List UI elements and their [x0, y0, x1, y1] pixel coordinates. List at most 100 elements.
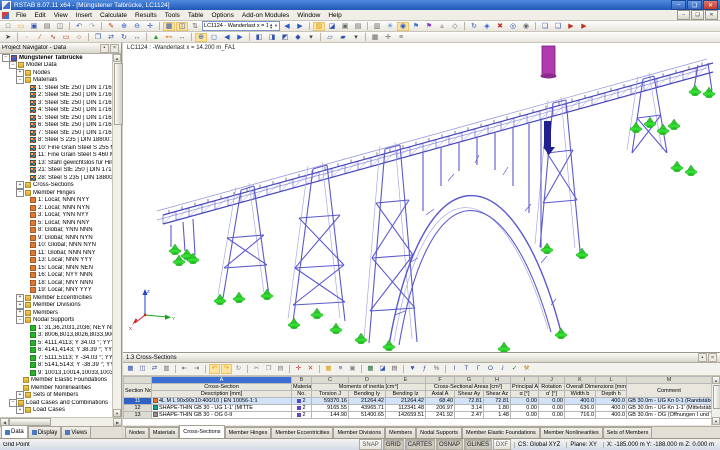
tree-item[interactable]: Member Elastic Foundations — [0, 377, 113, 385]
table-row[interactable]: 11 4L M L 90x90x10:400/10 | EN 10056-1:1 2… — [123, 397, 712, 405]
node-tool-icon[interactable]: ∙ — [21, 33, 33, 42]
redo-icon[interactable]: ↷ — [221, 364, 232, 374]
close-icon[interactable]: × — [708, 353, 717, 362]
dimension-icon[interactable]: ↔ — [176, 33, 188, 42]
table-split-icon[interactable]: ◫ — [137, 364, 148, 374]
calculate-icon[interactable]: ▶ — [565, 22, 577, 31]
calendar-icon[interactable]: ▦ — [323, 364, 334, 374]
navigator-tab-views[interactable]: Views — [61, 426, 92, 438]
mirror-icon[interactable]: ⇄ — [105, 33, 117, 42]
row-number[interactable]: 12 — [123, 404, 152, 412]
tree-item[interactable]: 5: Steel StE 250 | DIN 17162:19 — [0, 114, 113, 122]
insert-row-icon[interactable]: ✛ — [293, 364, 304, 374]
zoom-all-icon[interactable]: ◻ — [208, 33, 220, 42]
table-view-icon[interactable]: ▦ — [125, 364, 136, 374]
tree-item[interactable]: 8: Global; YNN NNN — [0, 227, 113, 235]
member-tool-icon[interactable]: ∕ — [34, 33, 46, 42]
snow-load-icon[interactable]: ⚑ — [423, 22, 435, 31]
menu-file[interactable]: File — [12, 10, 30, 20]
table-tab-cross-sections[interactable]: Cross-Sections — [179, 425, 225, 438]
copy-object-icon[interactable]: ❐ — [92, 33, 104, 42]
tree-item[interactable]: 2: Local; NNN NYN — [0, 204, 113, 212]
tree-item[interactable]: 1: 31,36,2031,2036; NEY NNN — [0, 324, 113, 332]
pin-icon[interactable]: ▪ — [100, 43, 109, 53]
tree-item[interactable]: 6: Steel StE 250 | DIN 17162:19 — [0, 122, 113, 130]
menu-help[interactable]: Help — [324, 10, 345, 20]
tree-item[interactable]: 16: Local; NYY NNN — [0, 272, 113, 280]
menu-insert[interactable]: Insert — [72, 10, 96, 20]
column-letter-L[interactable]: L — [595, 376, 627, 384]
grid-toggle-icon[interactable]: ▦ — [369, 33, 381, 42]
scrollbar-thumb[interactable] — [113, 63, 123, 125]
tree-item[interactable]: 3: 8006,8013,8026,8033,9006,9 — [0, 332, 113, 340]
tree-item[interactable]: 2: Steel StE 250 | DIN 17162:19 — [0, 92, 113, 100]
column-letter-J[interactable]: J — [538, 376, 565, 384]
menu-window[interactable]: Window — [293, 10, 324, 20]
menu-table[interactable]: Table — [184, 10, 208, 20]
column-letter-K[interactable]: K — [564, 376, 596, 384]
scroll-up-icon[interactable]: ▲ — [113, 54, 121, 62]
hinge-tool-icon[interactable]: ⊷ — [163, 33, 175, 42]
table-row[interactable]: 13 SHAPE-THIN GB 30 - OG 0-II 2 144.90 51400… — [123, 411, 712, 419]
nodal-support-icon[interactable] — [329, 322, 343, 335]
tree-item[interactable]: − Nodal Supports — [0, 316, 113, 325]
solid-mode-icon[interactable]: ▰ — [337, 33, 349, 42]
table-tab-member-eccentricities[interactable]: Member Eccentricities — [271, 427, 334, 438]
delete-results-icon[interactable]: ✖ — [494, 22, 506, 31]
section-icon[interactable]: ◇ — [449, 22, 461, 31]
column-letter-G[interactable]: G — [454, 376, 484, 384]
load-case-selector[interactable]: LC1124 - Wanderlast x = 1 ▲ ▼ ▼ — [202, 21, 280, 31]
menu-view[interactable]: View — [50, 10, 72, 20]
delete-row-icon[interactable]: ✕ — [305, 364, 316, 374]
printer-icon[interactable]: ▤ — [352, 22, 364, 31]
column-letter-F[interactable]: F — [425, 376, 455, 384]
imperfection-icon[interactable]: ▲ — [436, 22, 448, 31]
tree-item[interactable]: 1: Steel StE 250 | DIN 17162:19 — [0, 84, 113, 92]
table-vertical-scrollbar[interactable]: ▲ ▼ — [711, 376, 720, 425]
close-button[interactable]: ✕ — [703, 0, 718, 10]
snap-toggle-osnap[interactable]: OSNAP — [435, 439, 463, 450]
tree-item[interactable]: 5: Local; NNN NNY — [0, 219, 113, 227]
scrollbar-thumb[interactable] — [712, 385, 720, 409]
tree-item[interactable]: − Materials — [0, 76, 113, 85]
column-letter-B[interactable]: B — [291, 376, 312, 384]
nodal-support-icon[interactable] — [554, 327, 568, 340]
row-number[interactable]: 11 — [123, 397, 152, 405]
section-lib-icon[interactable]: Ι — [449, 364, 460, 374]
nodal-support-icon[interactable] — [702, 86, 716, 99]
tree-item[interactable]: − Member Hinges — [0, 188, 113, 197]
table-tab-materials[interactable]: Materials — [148, 427, 180, 438]
wind-load-icon[interactable]: ⚑ — [410, 22, 422, 31]
snap-toggle-glines[interactable]: GLINES — [463, 439, 492, 450]
table-tab-sets-of-members[interactable]: Sets of Members — [602, 427, 653, 438]
numbering-icon[interactable]: ⇅ — [189, 22, 201, 31]
navigator-tab-data[interactable]: Data — [1, 425, 28, 438]
tree-item[interactable]: 4: Steel StE 250 | DIN 17162:19 — [0, 107, 113, 115]
tree-item[interactable]: 7: Steel StE 250 | DIN 17162:19 — [0, 129, 113, 137]
zoom-out-icon[interactable]: ⊖ — [131, 22, 143, 31]
zoom-window-icon[interactable]: ⊕ — [195, 32, 207, 42]
expand-icon[interactable]: + — [16, 391, 24, 400]
display-properties-icon[interactable]: ▥ — [371, 22, 383, 31]
table-tab-nodes[interactable]: Nodes — [125, 427, 149, 438]
section-tools-icon[interactable]: ⚒ — [521, 364, 532, 374]
tree-item[interactable]: 15: Local; NNN NEN — [0, 264, 113, 272]
cut-icon[interactable]: ✂ — [251, 364, 262, 374]
tree-item[interactable]: 11: Fine Grain Steel S 460 M | — [0, 152, 113, 160]
scroll-right-icon[interactable]: ▶ — [113, 418, 122, 426]
tree-item[interactable]: 13: Stahl gewichtslos für Hilfs — [0, 159, 113, 167]
nodal-support-icon[interactable] — [287, 317, 301, 330]
scroll-up-icon[interactable]: ▲ — [712, 376, 720, 384]
section-thin-icon[interactable]: Γ — [473, 364, 484, 374]
tree-item[interactable]: 9: 10013,10014,10033,10034,1 — [0, 369, 113, 377]
view-iso-icon[interactable]: ◆ — [292, 33, 304, 42]
sheet-icon[interactable]: ▣ — [347, 364, 358, 374]
tree-item[interactable]: + Load Cases — [0, 406, 113, 415]
section-solid-icon[interactable]: Ο — [485, 364, 496, 374]
mdi-minimize-button[interactable]: – — [677, 10, 690, 20]
edit-pencil-icon[interactable]: ✎ — [105, 22, 117, 31]
table-sync-icon[interactable]: ⇄ — [149, 364, 160, 374]
print-icon[interactable]: ▤ — [41, 22, 53, 31]
table-row[interactable]: 12 SHAPE-THIN GB 30 - UG 1-1' (MITTE 2 9165… — [123, 404, 712, 412]
new-model-icon[interactable]: ◪ — [326, 22, 338, 31]
